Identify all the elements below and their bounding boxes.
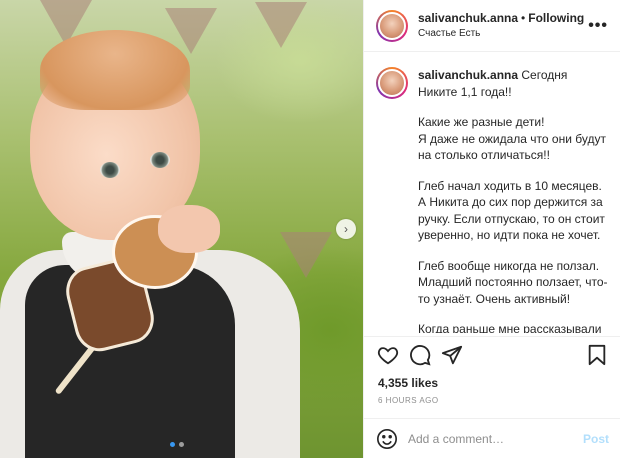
post-side-panel: salivanchuk.anna • Following Счастье Есть … [363, 0, 620, 458]
action-bar [364, 336, 620, 372]
carousel-dot [179, 442, 184, 447]
comment-bar: Post [364, 418, 620, 458]
post-timestamp[interactable]: 6 HOURS AGO [378, 396, 439, 405]
header-separator: • [521, 10, 526, 25]
carousel-next-button[interactable]: › [336, 219, 356, 239]
location-link[interactable]: Счастье Есть [418, 26, 588, 42]
header-username[interactable]: salivanchuk.anna [418, 11, 518, 25]
smiley-icon[interactable] [376, 428, 398, 450]
caption-paragraph: Глеб вообще никогда не ползал. Младший п… [418, 258, 608, 306]
comment-icon[interactable] [408, 343, 432, 367]
carousel-dot-active [170, 442, 175, 447]
bookmark-icon[interactable] [585, 343, 609, 367]
post-comment-button[interactable]: Post [583, 432, 609, 446]
caption-paragraph: Какие же разные дети! Я даже не ожидала … [418, 115, 606, 162]
bunting-flag [280, 232, 332, 278]
more-options-icon[interactable]: ••• [588, 17, 608, 35]
avatar[interactable] [376, 67, 408, 99]
comments-area[interactable]: salivanchuk.anna Сегодня Никите 1,1 года… [364, 53, 620, 333]
caption-paragraph: Глеб начал ходить в 10 месяцев. А Никита… [418, 178, 605, 243]
likes-count[interactable]: 4,355 likes [378, 376, 438, 390]
post-photo[interactable]: › [0, 0, 363, 458]
child-eye [100, 162, 120, 178]
carousel-dots [170, 442, 184, 447]
caption: salivanchuk.anna Сегодня Никите 1,1 года… [376, 67, 609, 333]
caption-username[interactable]: salivanchuk.anna [418, 68, 518, 82]
caption-text: salivanchuk.anna Сегодня Никите 1,1 года… [418, 67, 609, 333]
paper-plane-icon[interactable] [440, 343, 464, 367]
avatar[interactable] [376, 9, 408, 42]
comment-input[interactable] [408, 431, 583, 446]
post-header: salivanchuk.anna • Following Счастье Есть … [364, 0, 620, 52]
heart-icon[interactable] [376, 343, 400, 367]
child-hand [158, 205, 220, 253]
bunting-flag [255, 2, 307, 48]
child-hair [40, 30, 190, 110]
chevron-right-icon: › [344, 222, 348, 236]
child-eye [150, 152, 170, 168]
following-button[interactable]: Following [528, 11, 584, 25]
caption-paragraph: Когда раньше мне рассказывали знакомые м… [418, 322, 602, 333]
